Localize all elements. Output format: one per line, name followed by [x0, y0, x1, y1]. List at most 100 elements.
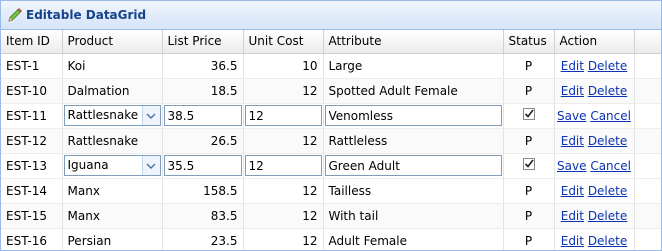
table-row: EST-1 Koi 36.5 10 Large P Edit Delete — [1, 53, 661, 79]
cell-attribute: Large — [323, 53, 504, 79]
edit-link[interactable]: Edit — [561, 59, 584, 73]
panel-header: Editable DataGrid — [1, 1, 661, 30]
col-header-action: Action — [554, 30, 635, 54]
cell-list-price: 36.5 — [162, 53, 244, 79]
cell-list-price: 26.5 — [162, 128, 244, 154]
col-header-unit-cost[interactable]: Unit Cost — [243, 30, 324, 54]
list-price-input[interactable] — [163, 105, 242, 126]
col-header-list-price[interactable]: List Price — [162, 30, 244, 54]
delete-link[interactable]: Delete — [588, 59, 627, 73]
delete-link[interactable]: Delete — [588, 134, 627, 148]
edit-link[interactable]: Edit — [561, 84, 584, 98]
table-row: EST-10 Dalmation 18.5 12 Spotted Adult F… — [1, 78, 661, 104]
save-link[interactable]: Save — [557, 159, 586, 173]
cell-product: Manx — [62, 178, 163, 204]
edit-link[interactable]: Edit — [561, 134, 584, 148]
cell-status: P — [503, 178, 555, 204]
product-select[interactable]: Iguana — [63, 155, 161, 176]
delete-link[interactable]: Delete — [588, 184, 627, 198]
cell-product: Dalmation — [62, 78, 163, 104]
cell-action: Edit Delete — [554, 53, 635, 79]
cell-attribute: Tailless — [323, 178, 504, 204]
col-header-attribute[interactable]: Attribute — [323, 30, 504, 54]
cell-action: Save Cancel — [554, 103, 635, 129]
cell-product: Iguana — [62, 153, 163, 179]
table-row: EST-16 Persian 23.5 12 Adult Female P Ed… — [1, 228, 661, 250]
cell-unit-cost: 12 — [243, 178, 324, 204]
cell-status: P — [503, 128, 555, 154]
status-checkbox[interactable] — [522, 158, 535, 170]
cell-item-id: EST-13 — [1, 153, 63, 179]
cell-item-id: EST-11 — [1, 103, 63, 129]
panel-title: Editable DataGrid — [26, 8, 147, 22]
cell-list-price — [162, 103, 244, 129]
cell-item-id: EST-10 — [1, 78, 63, 104]
cell-attribute: Rattleless — [323, 128, 504, 154]
cell-status: P — [503, 228, 555, 250]
cell-list-price: 18.5 — [162, 78, 244, 104]
cell-attribute — [323, 153, 504, 179]
cell-list-price: 158.5 — [162, 178, 244, 204]
cell-unit-cost — [243, 153, 324, 179]
cell-item-id: EST-12 — [1, 128, 63, 154]
cell-item-id: EST-16 — [1, 228, 63, 250]
table-row-editing: EST-11 Rattlesnake 38.5 12 Venomless Sav… — [1, 103, 661, 129]
data-grid: Item ID Product List Price Unit Cost Att… — [1, 30, 661, 250]
cell-action: Edit Delete — [554, 178, 635, 204]
cell-list-price: 83.5 — [162, 203, 244, 229]
cell-item-id: EST-14 — [1, 178, 63, 204]
header-filler — [634, 30, 661, 54]
cell-action: Edit Delete — [554, 203, 635, 229]
product-select[interactable]: Rattlesnake — [63, 105, 161, 126]
col-header-item-id[interactable]: Item ID — [1, 30, 63, 54]
cell-item-id: EST-1 — [1, 53, 63, 79]
header-row: Item ID Product List Price Unit Cost Att… — [1, 30, 661, 54]
cell-status: P — [503, 53, 555, 79]
cell-product: Persian — [62, 228, 163, 250]
product-select-value: Iguana — [67, 158, 109, 172]
delete-link[interactable]: Delete — [588, 234, 627, 248]
unit-cost-input[interactable] — [244, 155, 322, 176]
table-row: EST-14 Manx 158.5 12 Tailless P Edit Del… — [1, 178, 661, 204]
delete-link[interactable]: Delete — [588, 209, 627, 223]
cell-status: P — [503, 203, 555, 229]
unit-cost-input[interactable] — [244, 105, 322, 126]
edit-link[interactable]: Edit — [561, 209, 584, 223]
product-select-value: Rattlesnake — [67, 108, 139, 122]
cell-list-price: 23.5 — [162, 228, 244, 250]
chevron-down-icon[interactable] — [141, 156, 160, 175]
cell-action: Edit Delete — [554, 128, 635, 154]
datagrid-panel: Editable DataGrid Item ID Product List P… — [0, 0, 662, 251]
cancel-link[interactable]: Cancel — [590, 159, 631, 173]
cell-action: Edit Delete — [554, 78, 635, 104]
attribute-input[interactable] — [324, 105, 502, 126]
pencil-icon — [7, 7, 23, 23]
cell-unit-cost: 10 — [243, 53, 324, 79]
cell-unit-cost — [243, 103, 324, 129]
cancel-link[interactable]: Cancel — [590, 109, 631, 123]
cell-attribute: Adult Female — [323, 228, 504, 250]
cell-status: P — [503, 78, 555, 104]
attribute-input[interactable] — [324, 155, 502, 176]
save-link[interactable]: Save — [557, 109, 586, 123]
col-header-product[interactable]: Product — [62, 30, 163, 54]
cell-unit-cost: 12 — [243, 78, 324, 104]
col-header-status[interactable]: Status — [503, 30, 555, 54]
chevron-down-icon[interactable] — [141, 106, 160, 125]
cell-product: Rattlesnake — [62, 103, 163, 129]
cell-product: Manx — [62, 203, 163, 229]
cell-status — [503, 153, 555, 179]
cell-unit-cost: 12 — [243, 203, 324, 229]
edit-link[interactable]: Edit — [561, 184, 584, 198]
status-checkbox[interactable] — [522, 108, 535, 120]
delete-link[interactable]: Delete — [588, 84, 627, 98]
cell-status — [503, 103, 555, 129]
list-price-input[interactable] — [163, 155, 242, 176]
cell-attribute: Spotted Adult Female — [323, 78, 504, 104]
table-row-editing: EST-13 Iguana 35.5 12 Green Adult Save C… — [1, 153, 661, 179]
cell-action: Save Cancel — [554, 153, 635, 179]
cell-product: Koi — [62, 53, 163, 79]
edit-link[interactable]: Edit — [561, 234, 584, 248]
cell-list-price — [162, 153, 244, 179]
cell-item-id: EST-15 — [1, 203, 63, 229]
